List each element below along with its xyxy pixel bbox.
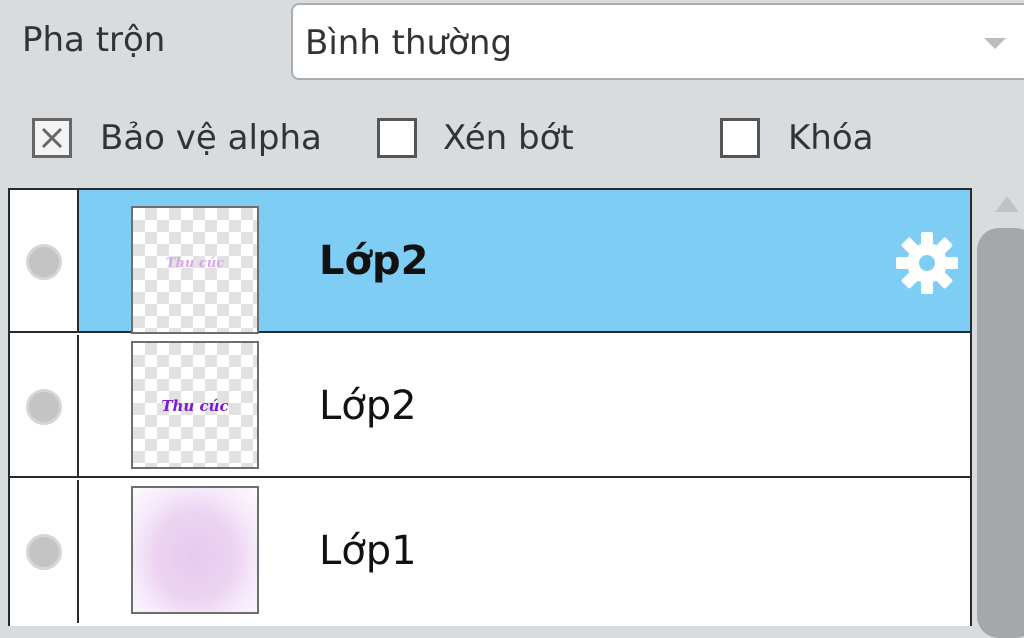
layer-name: Lớp1	[319, 528, 417, 574]
layer-row[interactable]: Thu cúc Lớp2	[10, 335, 970, 478]
visibility-toggle[interactable]	[26, 534, 62, 570]
blend-mode-row: Pha trộn Bình thường	[0, 0, 1024, 90]
layer-thumbnail: Thu cúc	[131, 206, 259, 334]
checkbox-x-icon	[41, 127, 63, 149]
layer-row[interactable]: Thu cúc Lớp2	[10, 190, 970, 334]
blend-mode-value: Bình thường	[305, 23, 513, 63]
layer-row[interactable]: Lớp1	[10, 480, 970, 623]
protect-alpha-label: Bảo vệ alpha	[100, 118, 322, 158]
clip-label: Xén bớt	[443, 118, 574, 158]
visibility-toggle[interactable]	[26, 244, 62, 280]
layer-thumbnail: Thu cúc	[131, 341, 259, 469]
lock-label: Khóa	[788, 118, 874, 158]
layer-content[interactable]: Thu cúc Lớp2	[79, 335, 970, 476]
layer-content[interactable]: Thu cúc Lớp2	[79, 190, 970, 334]
layers-list: Thu cúc Lớp2 Thu cúc Lớp2 Lớp1	[8, 188, 972, 626]
protect-alpha-checkbox[interactable]	[32, 118, 72, 158]
chevron-down-icon[interactable]	[984, 38, 1006, 49]
scrollbar-thumb[interactable]	[977, 228, 1024, 638]
layer-name: Lớp2	[319, 238, 429, 284]
visibility-column	[10, 190, 79, 331]
layer-thumbnail	[131, 486, 259, 614]
visibility-column	[10, 335, 79, 476]
layer-content[interactable]: Lớp1	[79, 480, 970, 623]
clip-checkbox[interactable]	[377, 118, 417, 158]
visibility-column	[10, 480, 79, 623]
layer-name: Lớp2	[319, 383, 417, 429]
visibility-toggle[interactable]	[26, 389, 62, 425]
blend-mode-select[interactable]: Bình thường	[291, 3, 1024, 80]
thumbnail-text: Thu cúc	[165, 256, 225, 271]
lock-checkbox[interactable]	[720, 118, 760, 158]
blend-mode-label: Pha trộn	[22, 20, 166, 60]
thumbnail-text: Thu cúc	[161, 397, 229, 415]
scroll-up-arrow-icon[interactable]	[995, 196, 1019, 212]
gear-icon[interactable]	[894, 230, 960, 296]
